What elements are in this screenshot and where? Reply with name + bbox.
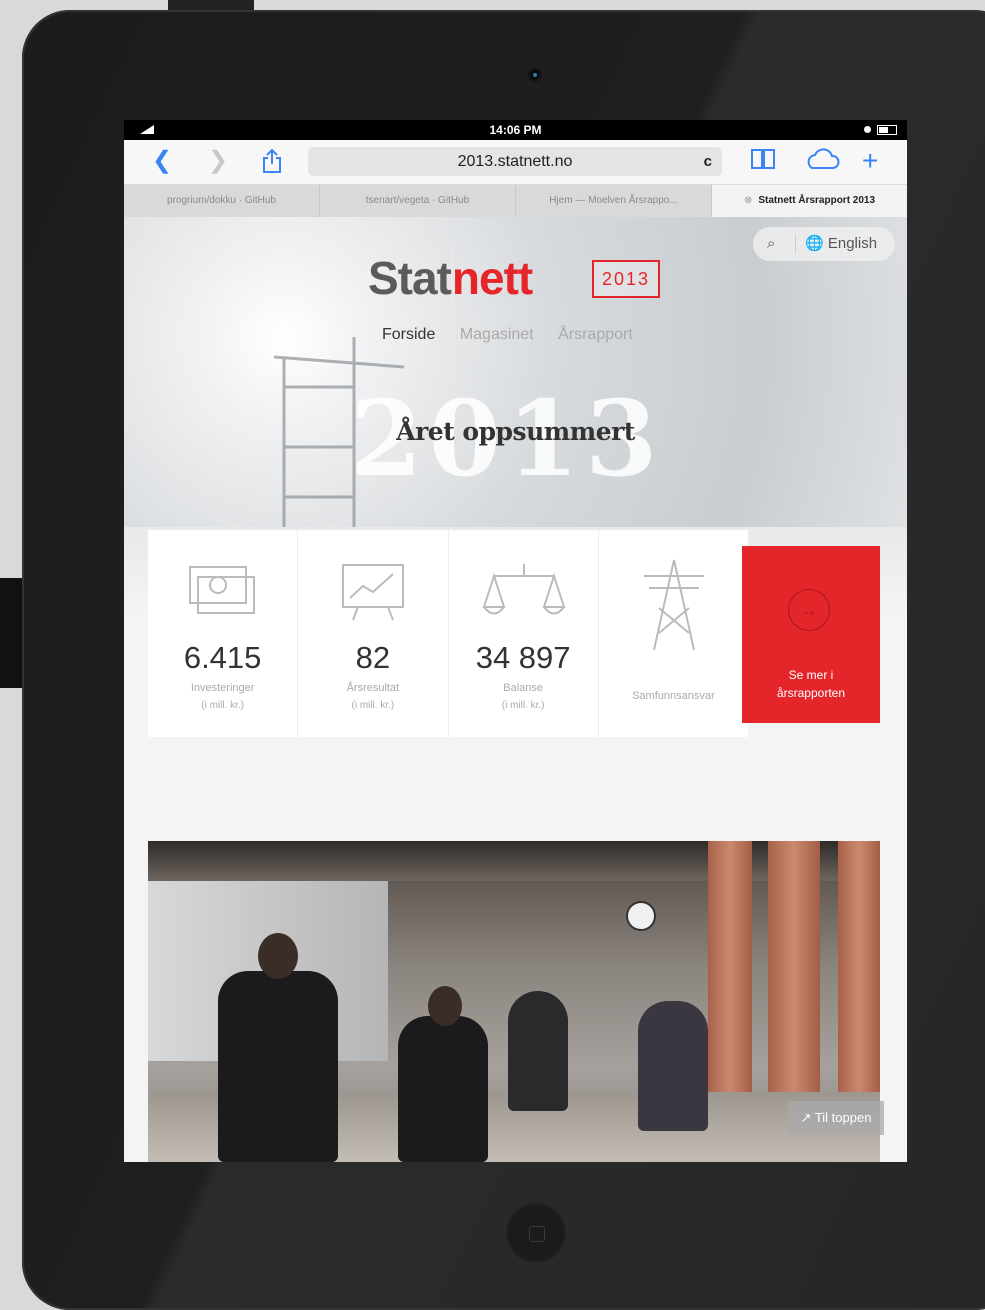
browser-tab[interactable]: tsenart/vegeta · GitHub (320, 185, 516, 217)
stat-arsresultat[interactable]: 82 Årsresultat (i mill. kr.) (298, 530, 449, 737)
new-tab-icon[interactable]: + (862, 147, 878, 175)
cta-label: Se mer i årsrapporten (742, 666, 880, 702)
clock-icon (626, 901, 656, 931)
stat-value: 34 897 (475, 640, 571, 675)
active-tab-label: Statnett Årsrapport 2013 (758, 195, 876, 206)
stat-value: 6.415 (183, 640, 262, 675)
search-icon[interactable]: ⌕ (767, 227, 775, 261)
pylon-icon (643, 559, 704, 651)
stat-unit: (i mill. kr.) (351, 700, 395, 711)
photo-person (398, 1016, 488, 1162)
icloud-tabs-icon[interactable] (804, 148, 840, 176)
home-button[interactable] (506, 1203, 566, 1263)
cta-line2: årsrapporten (776, 686, 846, 700)
year-badge: 2013 (592, 260, 661, 298)
browser-tab[interactable]: Hjem — Moelven Årsrappo... (516, 185, 712, 217)
stat-investeringer[interactable]: 6.415 Investeringer (i mill. kr.) (148, 530, 299, 737)
photo-person (638, 1001, 708, 1131)
address-bar[interactable]: 2013.statnett.no c (308, 147, 722, 176)
stats-panel: 6.415 Investeringer (i mill. kr.) 82 Års… (148, 530, 748, 737)
photo-person (218, 971, 338, 1162)
browser-toolbar: ❮ ❯ 2013.statnett.no c + (124, 140, 907, 185)
url-text: 2013.statnett.no (457, 153, 573, 170)
forward-icon[interactable]: ❯ (208, 148, 228, 174)
back-to-top-button[interactable]: ↗ Til toppen (788, 1101, 884, 1135)
subway-photo (148, 841, 880, 1162)
status-bar: 14:06 PM (124, 120, 907, 140)
stat-label: Balanse (503, 682, 543, 694)
nav-item-arsrapport[interactable]: Årsrapport (558, 326, 633, 343)
logo-part2: nett (451, 252, 533, 304)
main-nav: Forside Magasinet Årsrapport (382, 326, 653, 344)
stat-unit: (i mill. kr.) (201, 700, 245, 711)
location-icon (864, 126, 871, 133)
camera (530, 70, 540, 80)
divider (795, 235, 796, 253)
browser-tab-active[interactable]: ⊗ Statnett Årsrapport 2013 (712, 185, 907, 217)
chart-icon (342, 564, 405, 621)
photo-person-head (258, 933, 298, 979)
status-time: 14:06 PM (489, 123, 542, 137)
stat-unit: (i mill. kr.) (501, 700, 545, 711)
close-tab-icon[interactable]: ⊗ (744, 195, 752, 206)
share-icon[interactable] (261, 148, 283, 181)
cta-line1: Se mer i (788, 668, 834, 682)
stat-label: Årsresultat (346, 682, 400, 694)
stat-label: Samfunnsansvar (632, 690, 715, 702)
nav-item-forside[interactable]: Forside (382, 326, 435, 343)
scale-icon (482, 564, 565, 615)
browser-tab[interactable]: progrium/dokku · GitHub (124, 185, 320, 217)
photo-person (508, 991, 568, 1111)
stat-balanse[interactable]: 34 897 Balanse (i mill. kr.) (449, 530, 599, 737)
statnett-logo[interactable]: Statnett (368, 251, 533, 305)
arrow-right-icon: → (788, 589, 830, 631)
top-hardware-button (168, 0, 254, 10)
stat-value: 82 (355, 640, 391, 675)
side-hardware-button (0, 578, 22, 688)
web-page: ⌕ 🌐 English Statnett 2013 Forside Magasi… (124, 217, 907, 1162)
bookmarks-icon[interactable] (750, 148, 776, 177)
tab-bar: progrium/dokku · GitHub tsenart/vegeta ·… (124, 185, 907, 218)
money-icon (189, 566, 255, 614)
back-icon[interactable]: ❮ (152, 148, 172, 174)
see-more-report-button[interactable]: → Se mer i årsrapporten (742, 546, 880, 723)
stat-label: Investeringer (190, 682, 255, 694)
reload-icon[interactable]: c (704, 147, 712, 176)
battery-icon (877, 125, 897, 135)
language-link[interactable]: 🌐 English (805, 227, 877, 261)
language-label: English (827, 235, 878, 252)
logo-part1: Stat (368, 252, 452, 304)
nav-item-magasinet[interactable]: Magasinet (460, 326, 534, 343)
stat-samfunnsansvar[interactable]: Samfunnsansvar (599, 530, 748, 737)
screen: 14:06 PM ❮ ❯ 2013.statnett.no c + progri… (124, 120, 907, 1162)
search-language-pill: ⌕ 🌐 English (753, 227, 895, 261)
photo-person-head (428, 986, 462, 1026)
hero-title: Året oppsummert (396, 417, 635, 446)
to-top-label: Til toppen (814, 1110, 872, 1125)
